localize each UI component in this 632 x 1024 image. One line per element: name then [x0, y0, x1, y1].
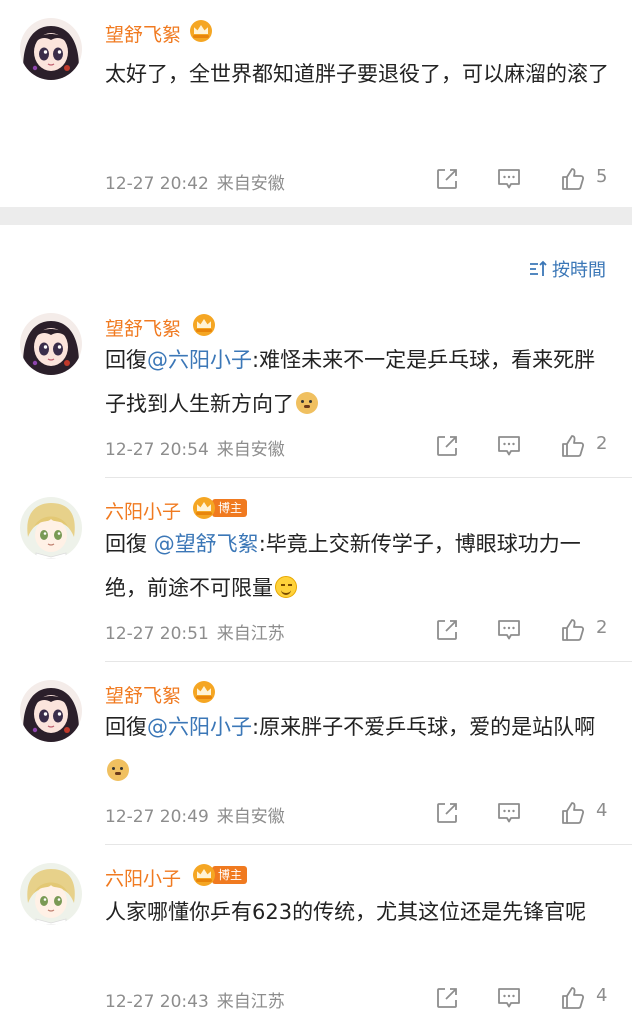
- comment-actions: 2: [434, 615, 614, 645]
- comment-meta: 12-27 20:49 来自安徽: [105, 802, 285, 827]
- username[interactable]: 望舒飞絮: [105, 314, 181, 341]
- username[interactable]: 六阳小子: [105, 864, 181, 891]
- reply-prefix: 回復: [105, 532, 154, 556]
- avatar-image: [20, 863, 82, 925]
- sort-toggle[interactable]: 按時間: [528, 256, 606, 282]
- comment-text: 太好了，全世界都知道胖子要退役了，可以麻溜的滚了: [105, 62, 609, 86]
- comment-icon[interactable]: [496, 800, 522, 826]
- vip-crown-icon: [190, 20, 212, 42]
- like-icon[interactable]: [560, 433, 586, 459]
- avatar[interactable]: [20, 497, 82, 559]
- edit-icon[interactable]: [434, 617, 460, 643]
- reply-text: 回復@六阳小子:难怪未来不一定是乒乓球，看来死胖子找到人生新方向了: [105, 338, 615, 426]
- like-count: 4: [596, 985, 608, 1006]
- reply-text: 回復 @望舒飞絮:毕竟上交新传学子，博眼球功力一绝，前途不可限量: [105, 522, 615, 610]
- like-count: 4: [596, 800, 608, 821]
- comment-actions: 2: [434, 431, 614, 461]
- like-count: 2: [596, 617, 608, 638]
- edit-icon[interactable]: [434, 433, 460, 459]
- section-separator: [0, 207, 632, 225]
- comment-location: 来自安徽: [216, 174, 285, 194]
- comment-actions: 4: [434, 798, 614, 828]
- host-badge: 博主: [193, 864, 248, 886]
- comment-location: 来自江苏: [216, 992, 285, 1012]
- comment-meta: 12-27 20:42 来自安徽: [105, 169, 285, 194]
- reply-prefix: 回復: [105, 348, 147, 372]
- comment-location: 来自安徽: [216, 807, 285, 827]
- username[interactable]: 望舒飞絮: [105, 20, 181, 47]
- smile-emoji: [275, 576, 297, 598]
- avatar-image: [20, 497, 82, 559]
- like-icon[interactable]: [560, 617, 586, 643]
- like-count: 5: [596, 166, 608, 187]
- reply-text: 人家哪懂你乒有623的传统，尤其这位还是先锋官呢: [105, 900, 587, 924]
- vip-crown-icon: [193, 497, 215, 519]
- comment-icon[interactable]: [496, 166, 522, 192]
- reply-body: :原来胖子不爱乒乓球，爱的是站队啊: [252, 715, 596, 739]
- like-icon[interactable]: [560, 985, 586, 1011]
- vip-crown-icon: [193, 681, 215, 703]
- edit-icon[interactable]: [434, 800, 460, 826]
- like-icon[interactable]: [560, 800, 586, 826]
- divider: [105, 844, 632, 845]
- mention-link[interactable]: @六阳小子: [147, 715, 252, 739]
- avatar[interactable]: [20, 18, 82, 80]
- sort-label: 按時間: [552, 260, 606, 281]
- avatar-image: [20, 18, 82, 80]
- username[interactable]: 望舒飞絮: [105, 681, 181, 708]
- divider: [105, 661, 632, 662]
- avatar-image: [20, 313, 82, 375]
- comment-actions: 4: [434, 983, 614, 1013]
- avatar[interactable]: [20, 680, 82, 742]
- comment-icon[interactable]: [496, 433, 522, 459]
- comment-time: 12-27 20:51: [105, 624, 209, 644]
- doge-emoji: [296, 392, 318, 414]
- comment-icon[interactable]: [496, 985, 522, 1011]
- mention-link[interactable]: @六阳小子: [147, 348, 252, 372]
- comment-icon[interactable]: [496, 617, 522, 643]
- avatar[interactable]: [20, 863, 82, 925]
- comment-meta: 12-27 20:51 来自江苏: [105, 619, 285, 644]
- host-badge-label: 博主: [212, 499, 248, 517]
- avatar[interactable]: [20, 313, 82, 375]
- comment-meta: 12-27 20:54 来自安徽: [105, 435, 285, 460]
- reply-prefix: 回復: [105, 715, 147, 739]
- divider: [105, 477, 632, 478]
- like-count: 2: [596, 433, 608, 454]
- edit-icon[interactable]: [434, 166, 460, 192]
- avatar-image: [20, 680, 82, 742]
- reply-text: 回復@六阳小子:原来胖子不爱乒乓球，爱的是站队啊: [105, 705, 615, 793]
- comment-time: 12-27 20:43: [105, 992, 209, 1012]
- username[interactable]: 六阳小子: [105, 497, 181, 524]
- comment-location: 来自江苏: [216, 624, 285, 644]
- host-badge: 博主: [193, 497, 248, 519]
- like-icon[interactable]: [560, 166, 586, 192]
- edit-icon[interactable]: [434, 985, 460, 1011]
- mention-link[interactable]: @望舒飞絮: [154, 532, 259, 556]
- comment-time: 12-27 20:49: [105, 807, 209, 827]
- vip-crown-icon: [193, 314, 215, 336]
- comment-time: 12-27 20:54: [105, 440, 209, 460]
- comment-actions: 5: [434, 164, 614, 194]
- comment-meta: 12-27 20:43 来自江苏: [105, 987, 285, 1012]
- comment-location: 来自安徽: [216, 440, 285, 460]
- host-badge-label: 博主: [212, 866, 248, 884]
- comment-time: 12-27 20:42: [105, 174, 209, 194]
- doge-emoji: [107, 759, 129, 781]
- vip-crown-icon: [193, 864, 215, 886]
- sort-icon: [530, 260, 547, 276]
